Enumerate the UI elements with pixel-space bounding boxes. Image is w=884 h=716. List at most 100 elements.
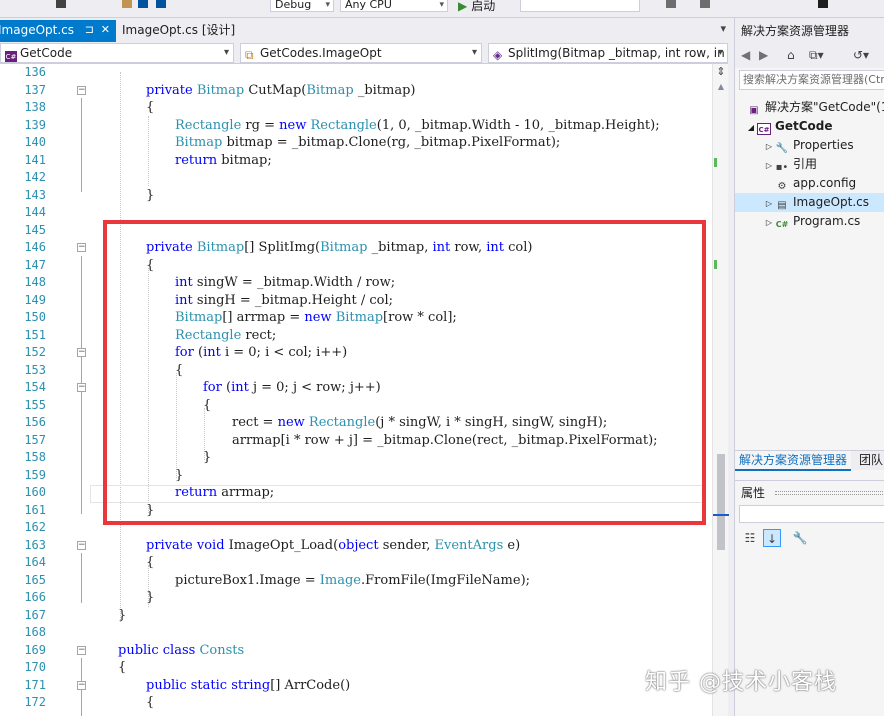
tree-label: ImageOpt.cs: [793, 195, 870, 209]
editor-scrollbar[interactable]: ⇕ ▲: [712, 64, 729, 716]
bookmark-icon[interactable]: [818, 0, 828, 8]
panel-title: 解决方案资源管理器: [735, 18, 884, 44]
line-number: 157: [24, 432, 46, 447]
member-dropdown[interactable]: ◈ SplitImg(Bitmap _bitmap, int row, in ▾: [488, 43, 728, 63]
close-icon[interactable]: ✕: [101, 20, 110, 40]
pin-icon[interactable]: ⊐: [85, 20, 94, 40]
code-token: bitmap = _bitmap.Clone(rg, _bitmap.Pixel…: [222, 135, 561, 150]
collapse-icon[interactable]: −: [77, 383, 86, 392]
categorized-icon[interactable]: ☷: [741, 529, 759, 547]
code-token: _bitmap): [353, 82, 416, 98]
collapse-icon[interactable]: −: [77, 348, 86, 357]
collapsed-arrow-icon[interactable]: ▷: [763, 156, 775, 175]
navigation-bar: C# GetCode ▾ ⧉ GetCodes.ImageOpt ▾ ◈ SplitI…: [0, 42, 728, 64]
chevron-down-icon: ▾: [439, 0, 444, 10]
references-icon: ▪•: [775, 162, 789, 173]
collapse-icon[interactable]: −: [77, 85, 86, 95]
watermark-text: 知乎 @技术小客栈: [645, 670, 837, 695]
tab-solution-explorer[interactable]: 解决方案资源管理器: [735, 451, 852, 471]
tree-item-project[interactable]: ◢ C# GetCode: [745, 117, 833, 136]
project-value: GetCode: [20, 46, 73, 60]
tree-item-program[interactable]: ▷ C# Program.cs: [763, 212, 860, 231]
start-label: 启动: [471, 0, 496, 13]
scroll-up-icon[interactable]: ▲: [713, 82, 729, 94]
line-number: 164: [24, 555, 46, 569]
code-line: 165 pictureBox1.Image = Image.FromFile(I…: [0, 572, 712, 590]
collapse-icon[interactable]: −: [77, 243, 86, 252]
chevron-down-icon: ▾: [223, 47, 229, 58]
csharp-file-icon: C#: [775, 220, 789, 229]
tab-list-dropdown-icon[interactable]: ▾: [720, 22, 726, 35]
code-text: private Bitmap CutMap(Bitmap _bitmap): [146, 82, 416, 100]
tree-label: Program.cs: [793, 214, 861, 228]
code-text: {: [146, 555, 155, 570]
history-icon[interactable]: ↺▾: [853, 48, 869, 62]
code-line: 136: [0, 64, 712, 82]
tab-imageopt-code[interactable]: ImageOpt.cs ⊐ ✕: [0, 20, 116, 42]
code-line: 168: [0, 624, 712, 642]
properties-toolbar: ☷ ↓ 🔧: [739, 527, 884, 549]
tree-item-app-config[interactable]: ⚙ app.config: [763, 174, 857, 193]
live-share-icon[interactable]: [666, 0, 676, 8]
keyword: void: [196, 537, 225, 553]
split-window-icon[interactable]: ⇕: [715, 66, 727, 78]
line-number: 138: [24, 100, 46, 114]
start-button[interactable]: ▶ 启动: [458, 0, 495, 14]
feedback-icon[interactable]: [700, 0, 710, 8]
solution-tree: ▣ 解决方案"GetCode"(1 ◢ C# GetCode ▷ 🔧 Properties…: [735, 96, 884, 456]
type-name: Bitmap: [196, 82, 245, 98]
collapsed-arrow-icon[interactable]: ▷: [763, 194, 775, 213]
new-file-icon[interactable]: [56, 0, 66, 8]
line-number: 165: [24, 572, 46, 587]
tree-item-references[interactable]: ▷ ▪• 引用: [763, 155, 817, 174]
forward-icon[interactable]: ▶: [759, 48, 768, 62]
code-token: ImageOpt_Load(: [224, 537, 339, 553]
panel-title: 属性: [741, 486, 766, 500]
config-dropdown[interactable]: Debug ▾: [270, 0, 334, 12]
collapsed-arrow-icon[interactable]: ▷: [763, 213, 775, 232]
class-dropdown[interactable]: ⧉ GetCodes.ImageOpt ▾: [240, 43, 482, 63]
code-line: 171 − public static string[] ArrCode(): [0, 677, 712, 695]
collapsed-arrow-icon[interactable]: ▷: [763, 137, 775, 156]
alphabetical-icon[interactable]: ↓: [763, 529, 781, 547]
panel-grip[interactable]: [775, 491, 883, 495]
open-folder-icon[interactable]: [122, 0, 132, 8]
platform-dropdown[interactable]: Any CPU ▾: [340, 0, 448, 12]
project-dropdown[interactable]: C# GetCode ▾: [0, 43, 234, 63]
collapse-icon[interactable]: −: [77, 540, 86, 550]
line-number: 170: [24, 660, 46, 674]
keyword: new: [279, 117, 307, 133]
caret-position-marker: [713, 514, 729, 516]
play-icon: ▶: [458, 0, 468, 13]
tab-team[interactable]: 团队: [855, 451, 884, 471]
line-number: 140: [24, 135, 46, 149]
object-selector[interactable]: [739, 505, 884, 523]
tree-item-solution[interactable]: ▣ 解决方案"GetCode"(1: [735, 98, 884, 117]
home-icon[interactable]: ⌂: [787, 48, 795, 62]
keyword: string: [231, 677, 271, 693]
expanded-arrow-icon[interactable]: ◢: [745, 118, 757, 137]
code-line: 163 − private void ImageOpt_Load(object …: [0, 537, 712, 555]
collapse-icon[interactable]: −: [77, 680, 86, 690]
save-all-icon[interactable]: [156, 0, 166, 8]
code-token: pictureBox1.Image =: [175, 572, 320, 588]
code-line: 169 − public class Consts: [0, 642, 712, 660]
code-editor[interactable]: 136 137 − private Bitmap CutMap(Bitmap _…: [0, 64, 712, 716]
solution-search-input[interactable]: 搜索解决方案资源管理器(Ctrl+;): [739, 70, 884, 90]
tree-item-imageopt[interactable]: ▷ ▤ ImageOpt.cs: [735, 193, 884, 212]
search-box[interactable]: [520, 0, 640, 12]
code-text: private void ImageOpt_Load(object sender…: [146, 537, 520, 555]
collapse-icon[interactable]: −: [77, 645, 86, 655]
line-number: 150: [24, 310, 46, 324]
line-number: 153: [24, 362, 46, 377]
scrollbar-thumb[interactable]: [717, 454, 725, 550]
tab-imageopt-designer[interactable]: ImageOpt.cs [设计]: [116, 20, 241, 42]
switch-views-icon[interactable]: ⧉▾: [809, 48, 824, 63]
tree-item-properties[interactable]: ▷ 🔧 Properties: [763, 136, 854, 155]
code-line: 166 }: [0, 589, 712, 607]
chevron-down-icon: ▾: [471, 47, 477, 58]
back-icon[interactable]: ◀: [741, 48, 750, 62]
code-text: public static string[] ArrCode(): [146, 677, 350, 695]
property-pages-icon[interactable]: 🔧: [791, 529, 809, 547]
save-icon[interactable]: [138, 0, 148, 8]
